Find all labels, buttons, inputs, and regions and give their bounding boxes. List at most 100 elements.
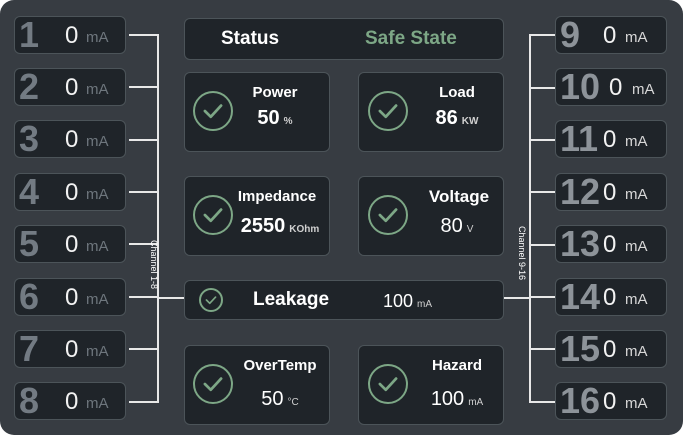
channel-value: 0	[603, 336, 617, 363]
channel-11[interactable]: 11 0 mA	[555, 119, 667, 159]
left-wire-6	[129, 296, 158, 298]
channel-number: 4	[19, 171, 40, 212]
leakage-title: Leakage	[253, 289, 330, 310]
right-to-leakage-wire	[503, 297, 530, 299]
power-title: Power	[252, 84, 298, 101]
load-value: 86	[435, 107, 458, 129]
channel-unit: mA	[625, 133, 648, 150]
overtemp-title: OverTemp	[243, 357, 317, 374]
right-wire-14	[530, 296, 556, 298]
load-title: Load	[439, 84, 475, 101]
channel-3[interactable]: 3 0 mA	[14, 119, 126, 159]
left-wire-2	[129, 86, 158, 88]
channel-number: 8	[19, 380, 40, 421]
load-unit: KW	[461, 116, 479, 127]
channel-value: 0	[603, 284, 617, 311]
voltage-card[interactable]: Voltage 80 V	[358, 176, 504, 256]
leakage-unit: mA	[417, 299, 433, 310]
channel-9[interactable]: 9 0 mA	[555, 14, 667, 55]
channel-15[interactable]: 15 0 mA	[555, 328, 667, 369]
check-circle-icon	[368, 91, 408, 131]
check-circle-icon	[193, 195, 233, 235]
hazard-value: 100	[430, 388, 465, 410]
channel-unit: mA	[625, 343, 648, 360]
channel-number: 14	[560, 276, 601, 317]
dashboard-panel: Channel 1-8 Channel 9-16 1 0 mA 2 0 mA 3…	[0, 0, 683, 435]
power-value: 50	[257, 107, 280, 129]
channel-number: 5	[19, 223, 40, 264]
channel-value: 0	[603, 179, 617, 206]
hazard-card[interactable]: Hazard 100 mA	[358, 345, 504, 425]
load-card[interactable]: Load 86 KW	[358, 72, 504, 152]
channel-unit: mA	[632, 81, 655, 98]
channel-number: 6	[19, 276, 40, 317]
channel-unit: mA	[86, 133, 109, 150]
leakage-value-row: 100 mA	[383, 291, 432, 312]
channel-14[interactable]: 14 0 mA	[555, 276, 667, 317]
channel-16[interactable]: 16 0 mA	[555, 381, 667, 421]
leakage-card[interactable]: Leakage 100 mA	[184, 280, 504, 320]
hazard-title: Hazard	[431, 357, 483, 374]
left-wire-4	[129, 191, 158, 193]
right-wire-15	[530, 348, 556, 350]
right-wire-16	[530, 401, 556, 403]
left-group-label: Channel 1-8	[149, 240, 159, 290]
overtemp-value: 50	[261, 388, 284, 410]
impedance-title: Impedance	[237, 188, 317, 205]
channel-6[interactable]: 6 0 mA	[14, 276, 126, 317]
check-circle-icon	[368, 195, 408, 235]
check-circle-icon	[199, 288, 223, 312]
channel-unit: mA	[86, 29, 109, 46]
load-value-row: 86 KW	[421, 107, 493, 130]
voltage-value: 80	[440, 215, 463, 237]
impedance-unit: KOhm	[289, 224, 320, 235]
channel-number: 15	[560, 328, 601, 369]
channel-4[interactable]: 4 0 mA	[14, 171, 126, 212]
channel-5[interactable]: 5 0 mA	[14, 223, 126, 264]
channel-number: 13	[560, 223, 601, 264]
channel-value: 0	[65, 22, 79, 49]
channel-12[interactable]: 12 0 mA	[555, 171, 667, 212]
right-wire-12	[530, 191, 556, 193]
check-circle-icon	[193, 364, 233, 404]
channel-unit: mA	[86, 186, 109, 203]
power-card[interactable]: Power 50%	[184, 72, 330, 152]
hazard-unit: mA	[468, 397, 484, 408]
channel-unit: mA	[625, 395, 648, 412]
channel-number: 7	[19, 328, 40, 369]
right-wire-9	[530, 34, 556, 36]
channel-value: 0	[603, 231, 617, 258]
channel-value: 0	[65, 179, 79, 206]
channel-10[interactable]: 10 0 mA	[555, 66, 667, 107]
channel-value: 0	[603, 388, 617, 415]
channel-8[interactable]: 8 0 mA	[14, 380, 126, 421]
impedance-value: 2550	[240, 215, 286, 237]
channel-13[interactable]: 13 0 mA	[555, 223, 667, 264]
channel-value: 0	[65, 126, 79, 153]
channel-value: 0	[65, 388, 79, 415]
leakage-value: 100	[383, 291, 414, 311]
channel-number: 12	[560, 171, 601, 212]
right-wire-13	[530, 244, 556, 246]
channel-value: 0	[65, 284, 79, 311]
channel-number: 2	[19, 66, 40, 107]
channel-unit: mA	[625, 238, 648, 255]
impedance-card[interactable]: Impedance 2550 KOhm	[184, 176, 330, 256]
channel-unit: mA	[625, 186, 648, 203]
overtemp-unit: °C	[287, 397, 299, 408]
power-unit: %	[283, 116, 293, 127]
check-circle-icon	[193, 91, 233, 131]
channel-unit: mA	[86, 343, 109, 360]
channel-unit: mA	[625, 291, 648, 308]
overtemp-card[interactable]: OverTemp 50 °C	[184, 345, 330, 425]
channel-value: 0	[603, 22, 617, 49]
hazard-value-row: 100 mA	[417, 388, 497, 411]
overtemp-value-row: 50 °C	[237, 388, 323, 411]
channel-value: 0	[603, 126, 617, 153]
channel-1[interactable]: 1 0 mA	[14, 15, 126, 55]
channel-number: 9	[560, 14, 581, 55]
channel-7[interactable]: 7 0 mA	[14, 328, 126, 369]
channel-2[interactable]: 2 0 mA	[14, 66, 126, 107]
channel-value: 0	[65, 74, 79, 101]
channel-number: 10	[560, 66, 601, 107]
